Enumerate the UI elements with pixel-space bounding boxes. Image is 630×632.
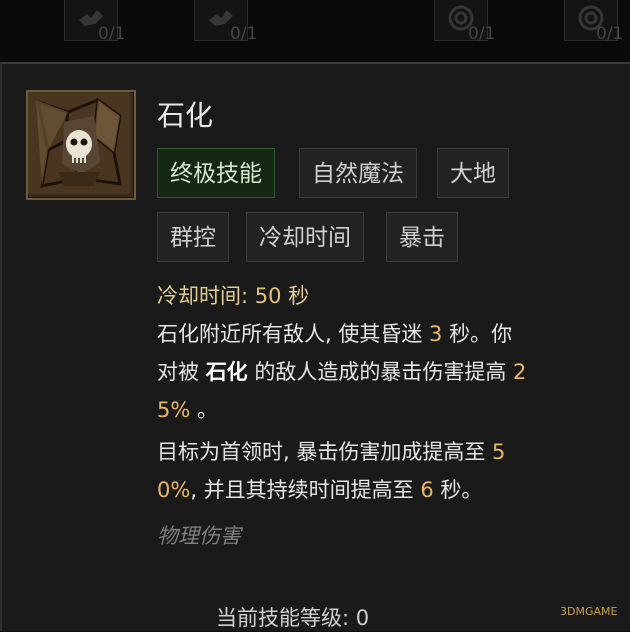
cooldown-label: 冷却时间: [157, 284, 249, 308]
tag-critical-strike: 暴击 [386, 212, 458, 262]
cooldown-unit: 秒 [288, 284, 310, 308]
description-line-4: 目标为首领时, 暴击伤害加成提高至 5 [157, 440, 506, 464]
slot-count: 0/1 [596, 24, 624, 44]
description-line-5: 0%, 并且其持续时间提高至 6 秒。 [157, 478, 483, 502]
skill-level-value: 0 [355, 606, 370, 630]
skill-level-label: 当前技能等级: [216, 606, 350, 630]
skill-slot-strip: 0/1 0/1 0/1 0/1 [0, 0, 630, 62]
description-line-3: 5% 。 [157, 398, 219, 422]
keyword-petrify: 石化 [205, 360, 248, 384]
slot-count: 0/1 [468, 24, 496, 44]
skull-stained-glass-icon [28, 92, 130, 194]
description-line-2: 对被 石化 的敌人造成的暴击伤害提高 2 [157, 360, 527, 384]
tag-cooldown: 冷却时间 [246, 212, 364, 262]
tag-crowd-control: 群控 [157, 212, 229, 262]
stun-duration: 3 [429, 322, 443, 346]
tag-earth: 大地 [437, 148, 509, 198]
tag-nature-magic: 自然魔法 [299, 148, 417, 198]
description-line-1: 石化附近所有敌人, 使其昏迷 3 秒。你 [157, 322, 513, 346]
skill-icon-frame [26, 90, 136, 200]
cooldown-value: 50 [254, 284, 282, 308]
tag-ultimate: 终极技能 [157, 148, 275, 198]
slot-count: 0/1 [98, 24, 126, 44]
skill-level: 当前技能等级: 0 [216, 602, 369, 632]
slot-count: 0/1 [230, 24, 258, 44]
boss-crit-bonus: 0% [157, 478, 191, 502]
watermark: 3DMGAME [560, 605, 618, 618]
cooldown-line: 冷却时间: 50 秒 [157, 280, 309, 310]
crit-bonus: 5% [157, 398, 191, 422]
boss-duration: 6 [420, 478, 434, 502]
skill-name: 石化 [157, 99, 214, 132]
damage-type: 物理伤害 [157, 524, 241, 548]
